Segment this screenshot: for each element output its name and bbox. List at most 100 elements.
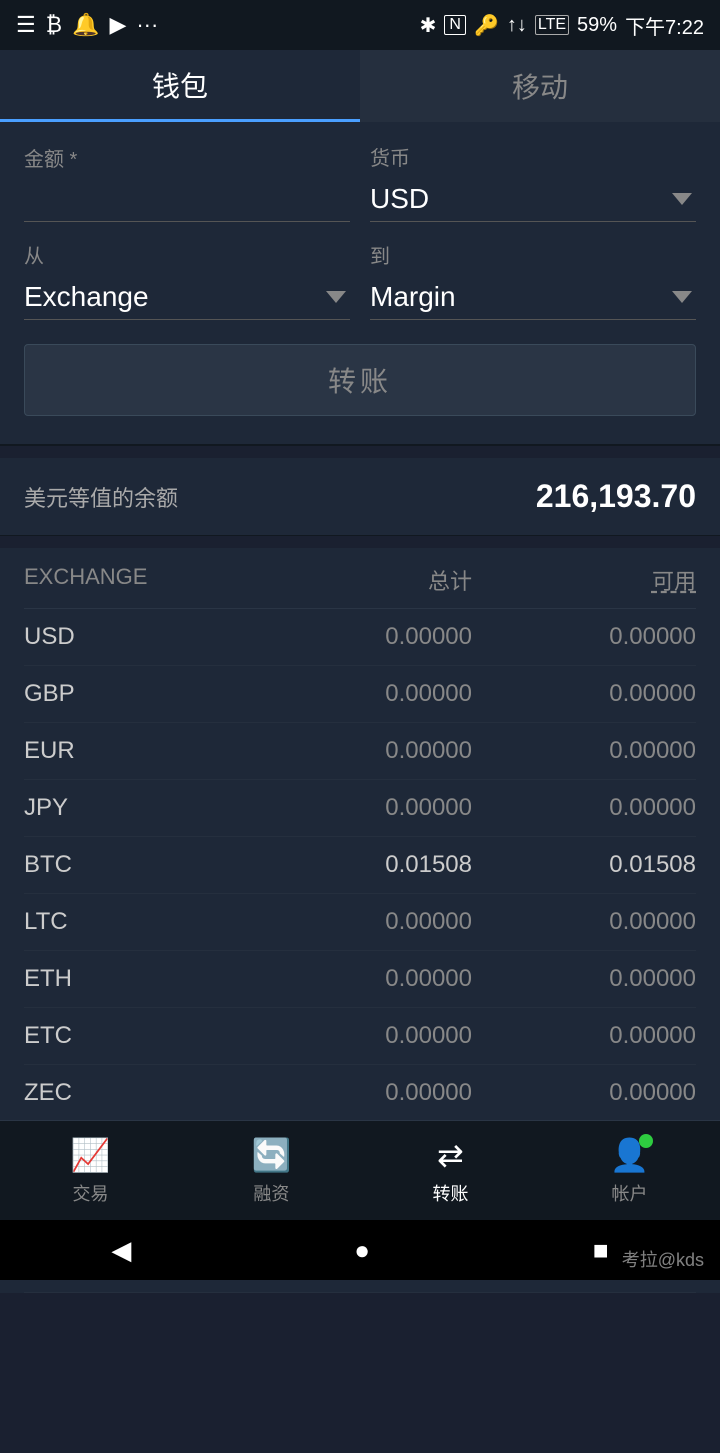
nav-item-account[interactable]: 👤 帐户 xyxy=(610,1136,650,1206)
currency-name: ETC xyxy=(24,1022,248,1050)
to-value: Margin xyxy=(370,281,456,313)
row-available: 0.00000 xyxy=(472,623,696,651)
nfc-icon: N xyxy=(444,15,466,35)
currency-name: LTC xyxy=(24,908,248,936)
row-available: 0.00000 xyxy=(472,737,696,765)
row-total: 0.00000 xyxy=(248,1022,472,1050)
status-right-icons: ✱ N 🔑 ↑↓ LTE 59% 下午7:22 xyxy=(420,11,704,40)
to-chevron-icon xyxy=(672,291,692,303)
currency-name: ETH xyxy=(24,965,248,993)
play-icon: ▶ xyxy=(109,12,126,38)
tab-move[interactable]: 移动 xyxy=(360,50,720,122)
row-total: 0.00000 xyxy=(248,794,472,822)
nav-label-account: 帐户 xyxy=(611,1180,647,1206)
amount-input[interactable] xyxy=(24,178,350,222)
table-header: EXCHANGE 总计 可用 xyxy=(24,548,696,609)
to-field: 到 Margin xyxy=(370,240,696,320)
chevron-down-icon xyxy=(672,193,692,205)
currency-name: JPY xyxy=(24,794,248,822)
row-total: 0.01508 xyxy=(248,851,472,879)
from-field: 从 Exchange xyxy=(24,240,350,320)
table-row: ETH 0.00000 0.00000 xyxy=(24,951,696,1008)
watermark: 考拉@kds xyxy=(622,1246,704,1272)
table-row: GBP 0.00000 0.00000 xyxy=(24,666,696,723)
system-bar: ◀ ● ■ 考拉@kds xyxy=(0,1220,720,1280)
row-available: 0.00000 xyxy=(472,794,696,822)
currency-label: 货币 xyxy=(370,142,696,171)
currency-value: USD xyxy=(370,183,429,215)
key-icon: 🔑 xyxy=(474,13,499,38)
status-bar: ☰ ₿ 🔔 ▶ ··· ✱ N 🔑 ↑↓ LTE 59% 下午7:22 xyxy=(0,0,720,50)
notification-icon: 🔔 xyxy=(72,12,99,38)
amount-field: 金额 * xyxy=(24,143,350,222)
signal-icon: ↑↓ xyxy=(507,14,527,37)
more-icon: ··· xyxy=(136,12,158,38)
table-row: USD 0.00000 0.00000 xyxy=(24,609,696,666)
currency-name: EUR xyxy=(24,737,248,765)
online-indicator xyxy=(639,1134,653,1148)
currency-name: USD xyxy=(24,623,248,651)
row-available: 0.00000 xyxy=(472,680,696,708)
row-available: 0.01508 xyxy=(472,851,696,879)
nav-label-trade: 交易 xyxy=(72,1180,108,1206)
col-available-header: 可用 xyxy=(472,564,696,596)
from-chevron-icon xyxy=(326,291,346,303)
main-tabs: 钱包 移动 xyxy=(0,50,720,122)
nav-item-transfer[interactable]: ⇄ 转账 xyxy=(432,1136,468,1206)
nav-label-transfer: 转账 xyxy=(432,1180,468,1206)
bluetooth-icon: ✱ xyxy=(420,13,437,38)
row-available: 0.00000 xyxy=(472,965,696,993)
menu-icon: ☰ xyxy=(16,12,36,38)
row-total: 0.00000 xyxy=(248,623,472,651)
transfer-icon: ⇄ xyxy=(437,1136,464,1174)
recent-button[interactable]: ■ xyxy=(593,1235,609,1266)
row-available: 0.00000 xyxy=(472,1079,696,1107)
time-display: 下午7:22 xyxy=(625,11,704,40)
status-left-icons: ☰ ₿ 🔔 ▶ ··· xyxy=(16,12,158,38)
nav-label-finance: 融资 xyxy=(253,1180,289,1206)
col-total-header: 总计 xyxy=(248,564,472,596)
row-available: 0.00000 xyxy=(472,908,696,936)
finance-icon: 🔄 xyxy=(252,1136,292,1174)
table-row: LTC 0.00000 0.00000 xyxy=(24,894,696,951)
lte-badge: LTE xyxy=(535,15,569,35)
row-total: 0.00000 xyxy=(248,680,472,708)
back-button[interactable]: ◀ xyxy=(111,1235,131,1266)
table-row: ZEC 0.00000 0.00000 xyxy=(24,1065,696,1122)
row-available: 0.00000 xyxy=(472,1022,696,1050)
row-total: 0.00000 xyxy=(248,1079,472,1107)
from-label: 从 xyxy=(24,240,350,269)
transfer-button[interactable]: 转账 xyxy=(24,344,696,416)
balance-label: 美元等值的余额 xyxy=(24,481,178,513)
table-row: BTC 0.01508 0.01508 xyxy=(24,837,696,894)
currency-name: ZEC xyxy=(24,1079,248,1107)
currency-select[interactable]: USD xyxy=(370,177,696,222)
nav-item-finance[interactable]: 🔄 融资 xyxy=(252,1136,292,1206)
currency-name: BTC xyxy=(24,851,248,879)
table-row: ETC 0.00000 0.00000 xyxy=(24,1008,696,1065)
section-label: EXCHANGE xyxy=(24,564,248,596)
transfer-form: 金额 * 货币 USD 从 Exchange 到 Margin xyxy=(0,122,720,446)
balance-value: 216,193.70 xyxy=(536,478,696,515)
tab-wallet[interactable]: 钱包 xyxy=(0,50,360,122)
currency-field: 货币 USD xyxy=(370,142,696,222)
from-select[interactable]: Exchange xyxy=(24,275,350,320)
currency-name: GBP xyxy=(24,680,248,708)
bottom-nav: 📈 交易 🔄 融资 ⇄ 转账 👤 帐户 xyxy=(0,1120,720,1220)
home-button[interactable]: ● xyxy=(354,1235,370,1266)
to-label: 到 xyxy=(370,240,696,269)
crypto-icon: ₿ xyxy=(46,12,62,38)
trade-icon: 📈 xyxy=(71,1136,111,1174)
amount-label: 金额 * xyxy=(24,143,350,172)
nav-item-trade[interactable]: 📈 交易 xyxy=(71,1136,111,1206)
row-total: 0.00000 xyxy=(248,908,472,936)
from-value: Exchange xyxy=(24,281,149,313)
transfer-btn-row: 转账 xyxy=(24,344,696,416)
to-select[interactable]: Margin xyxy=(370,275,696,320)
table-row: EUR 0.00000 0.00000 xyxy=(24,723,696,780)
table-row: JPY 0.00000 0.00000 xyxy=(24,780,696,837)
balance-section: 美元等值的余额 216,193.70 xyxy=(0,458,720,536)
row-total: 0.00000 xyxy=(248,737,472,765)
battery-text: 59% xyxy=(577,14,617,37)
row-total: 0.00000 xyxy=(248,965,472,993)
